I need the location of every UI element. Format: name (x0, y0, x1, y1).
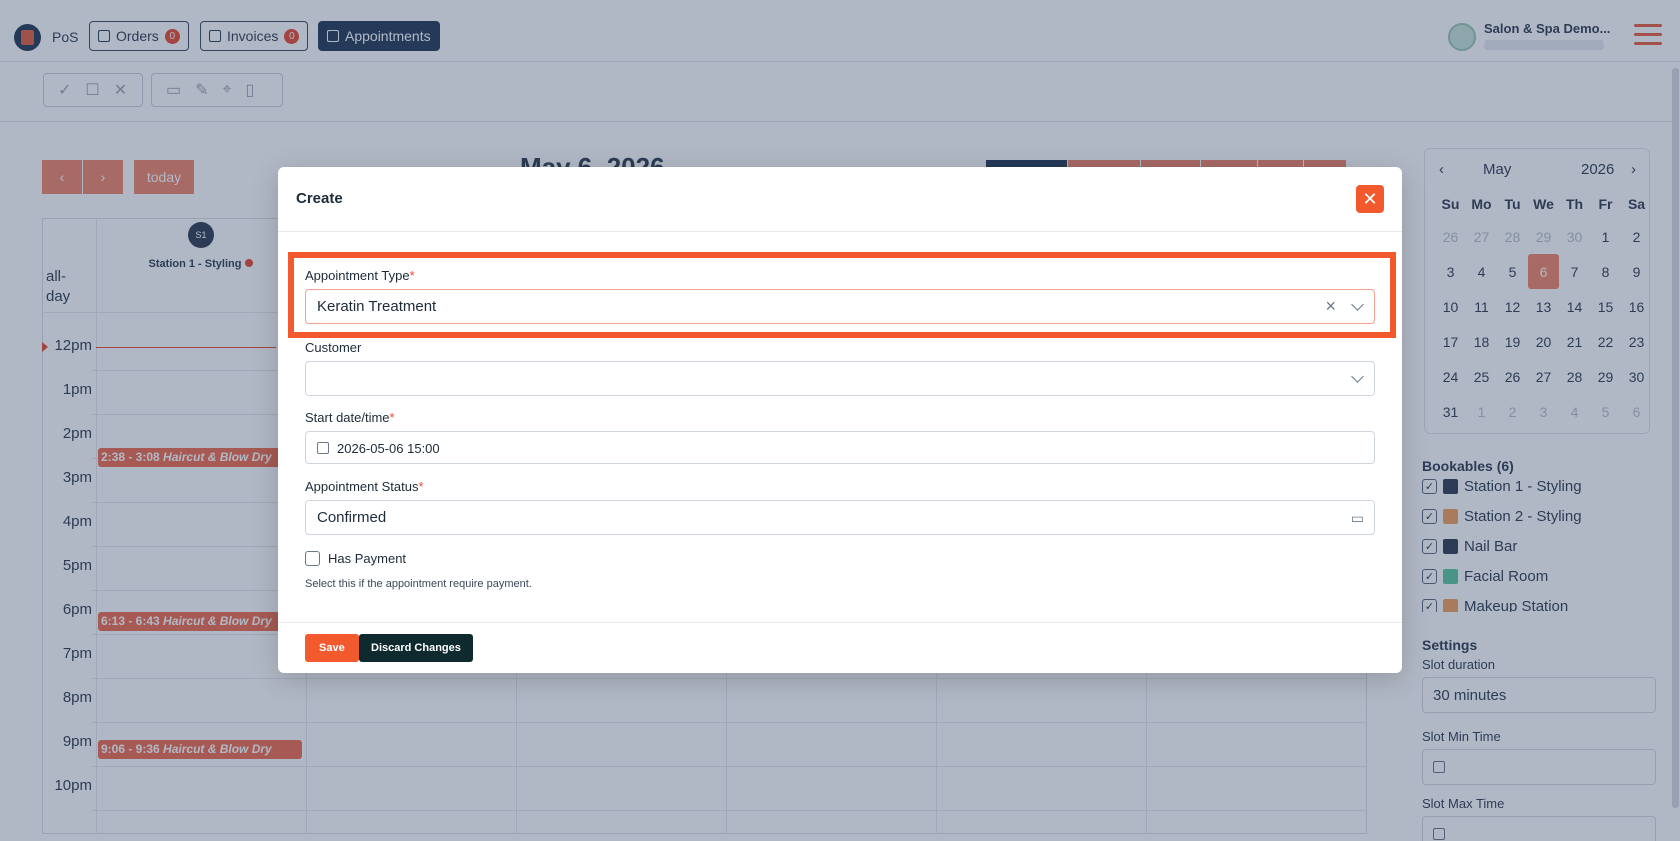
modal-footer-divider (278, 622, 1402, 623)
modal-header: Create ✕ (278, 167, 1402, 232)
has-payment-row[interactable]: Has Payment (305, 551, 406, 566)
modal-title: Create (296, 190, 343, 207)
customer-label: Customer (305, 340, 362, 355)
customer-select[interactable] (305, 361, 1375, 396)
chevron-down-icon[interactable] (1351, 370, 1364, 383)
appointment-type-select[interactable]: Keratin Treatment × (305, 289, 1375, 324)
chevron-down-icon[interactable] (1351, 298, 1364, 311)
create-appointment-modal: Create ✕ (278, 167, 1402, 673)
appointment-status-label: Appointment Status* (305, 479, 424, 494)
appointment-status-select[interactable]: Confirmed ▭ (305, 500, 1375, 535)
start-datetime-value: 2026-05-06 15:00 (337, 441, 440, 456)
has-payment-label: Has Payment (328, 551, 407, 566)
save-button[interactable]: Save (305, 634, 359, 662)
has-payment-checkbox[interactable] (305, 551, 320, 566)
has-payment-help: Select this if the appointment require p… (305, 578, 532, 590)
discard-changes-button[interactable]: Discard Changes (359, 634, 473, 662)
start-datetime-input[interactable]: 2026-05-06 15:00 (305, 431, 1375, 464)
close-icon[interactable]: ✕ (1356, 185, 1384, 213)
appointment-type-label: Appointment Type* (305, 268, 415, 283)
select-icon[interactable]: ▭ (1351, 510, 1364, 527)
appointment-status-value: Confirmed (317, 509, 387, 526)
calendar-icon (317, 442, 329, 454)
clear-icon[interactable]: × (1325, 296, 1336, 317)
appointment-type-value: Keratin Treatment (317, 298, 437, 315)
start-datetime-label: Start date/time* (305, 410, 395, 425)
